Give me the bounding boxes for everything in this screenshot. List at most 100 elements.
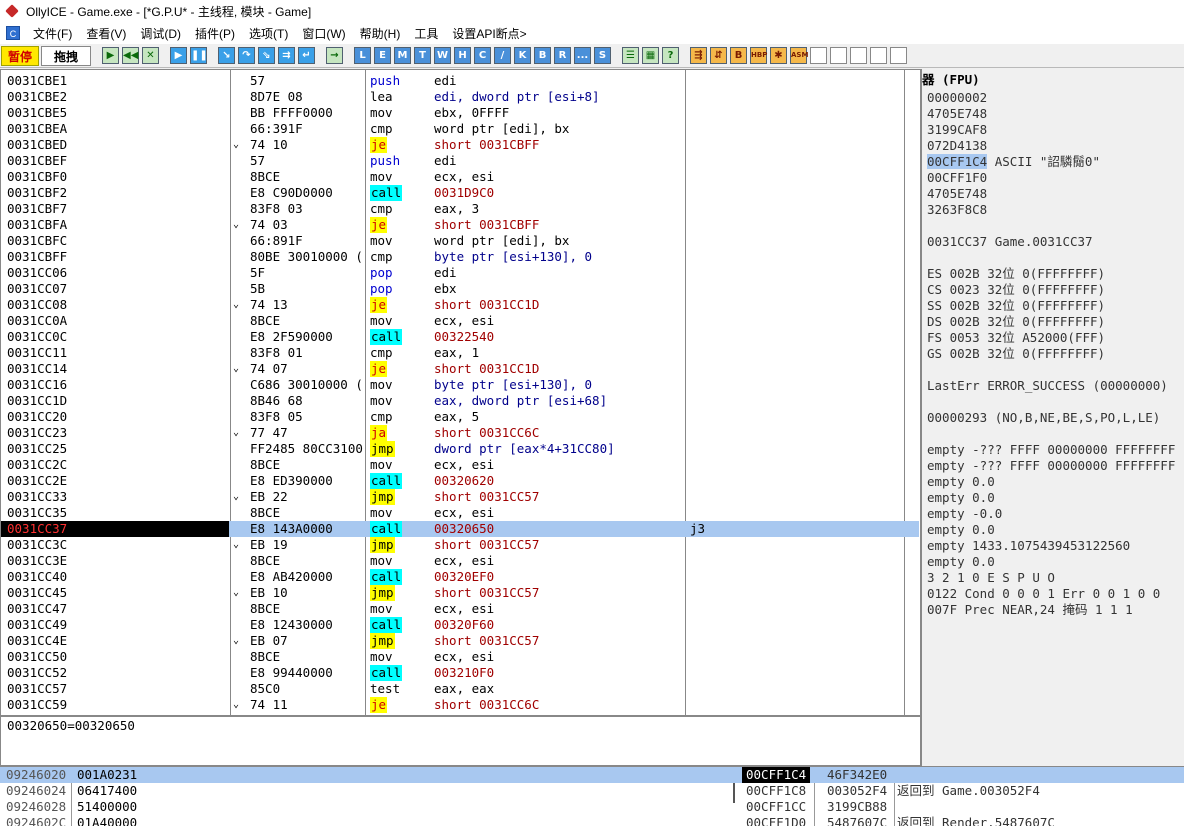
- dump-row[interactable]: 09246024 06417400: [0, 783, 740, 799]
- dump-row[interactable]: 09246020 001A0231: [0, 767, 740, 783]
- instruction-row[interactable]: 0031CBFC 66:891F mov word ptr [edi], bx: [1, 233, 919, 249]
- stack-row[interactable]: 00CFF1CC 3199CB88: [740, 799, 1184, 815]
- patches-window-button[interactable]: /: [494, 47, 511, 64]
- instruction-row[interactable]: 0031CC45 ⌄ EB 10 jmp short 0031CC57: [1, 585, 919, 601]
- instruction-row[interactable]: 0031CC40 E8 AB420000 call 00320EF0: [1, 569, 919, 585]
- pause-icon[interactable]: ❚❚: [190, 47, 208, 64]
- instruction-row[interactable]: 0031CC35 8BCE mov ecx, esi: [1, 505, 919, 521]
- instruction-row[interactable]: 0031CC57 85C0 test eax, eax: [1, 681, 919, 697]
- instruction-row[interactable]: 0031CC07 5B pop ebx: [1, 281, 919, 297]
- menu-api-breakpoint[interactable]: 设置API断点>: [445, 25, 533, 42]
- instruction-row[interactable]: 0031CBF2 E8 C90D0000 call 0031D9C0: [1, 185, 919, 201]
- instruction-row[interactable]: 0031CC20 83F8 05 cmp eax, 5: [1, 409, 919, 425]
- menu-view[interactable]: 查看(V): [79, 25, 133, 42]
- dump-row[interactable]: 0924602C 01A40000: [0, 815, 740, 826]
- current-instruction-row[interactable]: 0031CC37 E8 143A0000 call 00320650 j3: [1, 521, 919, 537]
- step-over-icon[interactable]: ↷: [238, 47, 255, 64]
- register-line[interactable]: ES 002B 32位 0(FFFFFFFF): [927, 266, 1105, 282]
- rewind-icon[interactable]: ◀◀: [122, 47, 139, 64]
- breakpoints-window-button[interactable]: B: [534, 47, 551, 64]
- register-line[interactable]: 3 2 1 0 E S P U O: [927, 570, 1055, 586]
- instruction-row[interactable]: 0031CBE2 8D7E 08 lea edi, dword ptr [esi+8]: [1, 89, 919, 105]
- register-line[interactable]: empty 0.0: [927, 490, 995, 506]
- instruction-row[interactable]: 0031CC14 ⌄ 74 07 je short 0031CC1D: [1, 361, 919, 377]
- drag-label[interactable]: 拖拽: [41, 45, 91, 66]
- register-line[interactable]: SS 002B 32位 0(FFFFFFFF): [927, 298, 1105, 314]
- register-line[interactable]: empty 0.0: [927, 474, 995, 490]
- register-line[interactable]: 00000002: [927, 90, 987, 106]
- custom-button-2[interactable]: [830, 47, 847, 64]
- instruction-row[interactable]: 0031CC25 FF2485 80CC3100 jmp dword ptr [eax…: [1, 441, 919, 457]
- threads-window-button[interactable]: T: [414, 47, 431, 64]
- hook2-icon[interactable]: ⇵: [710, 47, 727, 64]
- custom-button-4[interactable]: [870, 47, 887, 64]
- register-line[interactable]: 00CFF1F0: [927, 170, 987, 186]
- instruction-row[interactable]: 0031CC2E E8 ED390000 call 00320620: [1, 473, 919, 489]
- registers-pane[interactable]: 器 (FPU) 00000002 4705E748 3199CAF8 072D4138…: [921, 69, 1184, 766]
- custom-button-1[interactable]: [810, 47, 827, 64]
- register-line[interactable]: empty 0.0: [927, 522, 995, 538]
- stack-top-row[interactable]: 00CFF1C4 46F342E0: [740, 767, 1184, 783]
- instruction-row[interactable]: 0031CC0C E8 2F590000 call 00322540: [1, 329, 919, 345]
- system-menu-icon[interactable]: C: [6, 26, 20, 40]
- grid-icon[interactable]: ▦: [642, 47, 659, 64]
- instruction-row[interactable]: 0031CC52 E8 99440000 call 003210F0: [1, 665, 919, 681]
- memory-dump-pane[interactable]: 09246020 001A0231 09246024 06417400 09246028…: [0, 766, 740, 826]
- menu-file[interactable]: 文件(F): [26, 25, 79, 42]
- register-line[interactable]: 072D4138: [927, 138, 987, 154]
- instruction-row[interactable]: 0031CC11 83F8 01 cmp eax, 1: [1, 345, 919, 361]
- menu-tools[interactable]: 工具: [407, 25, 445, 42]
- register-line[interactable]: 4705E748: [927, 186, 987, 202]
- register-line[interactable]: 3199CAF8: [927, 122, 987, 138]
- trace-into-icon[interactable]: ⇘: [258, 47, 275, 64]
- step-into-icon[interactable]: ↘: [218, 47, 235, 64]
- instruction-row[interactable]: 0031CC1D 8B46 68 mov eax, dword ptr [esi+68…: [1, 393, 919, 409]
- register-line[interactable]: empty 1433.1075439453122560: [927, 538, 1130, 554]
- stack-pane[interactable]: 00CFF1C4 46F342E0 00CFF1C8 003052F4 返回到 Game…: [740, 766, 1184, 826]
- custom-button-3[interactable]: [850, 47, 867, 64]
- register-line[interactable]: empty -0.0: [927, 506, 1002, 522]
- register-line[interactable]: empty -??? FFFF 00000000 FFFFFFFF: [927, 458, 1175, 474]
- open-icon[interactable]: ▶: [102, 47, 119, 64]
- register-line[interactable]: 00CFF1C4 ASCII "詔驎鬜0": [927, 154, 1100, 170]
- handles-window-button[interactable]: H: [454, 47, 471, 64]
- register-line[interactable]: empty -??? FFFF 00000000 FFFFFFFF: [927, 442, 1175, 458]
- register-line[interactable]: GS 002B 32位 0(FFFFFFFF): [927, 346, 1105, 362]
- cpu-window-button[interactable]: C: [474, 47, 491, 64]
- instruction-row[interactable]: 0031CC3E 8BCE mov ecx, esi: [1, 553, 919, 569]
- menu-debug[interactable]: 调试(D): [133, 25, 188, 42]
- trace-over-icon[interactable]: ⇉: [278, 47, 295, 64]
- register-line[interactable]: 00000293 (NO,B,NE,BE,S,PO,L,LE): [927, 410, 1160, 426]
- stack-row[interactable]: 00CFF1C8 003052F4 返回到 Game.003052F4: [740, 783, 1184, 799]
- help-icon[interactable]: ?: [662, 47, 679, 64]
- close-icon[interactable]: ✕: [142, 47, 159, 64]
- instruction-row[interactable]: 0031CBEA 66:391F cmp word ptr [edi], bx: [1, 121, 919, 137]
- source-window-button[interactable]: S: [594, 47, 611, 64]
- register-line[interactable]: empty 0.0: [927, 554, 995, 570]
- instruction-row[interactable]: 0031CC33 ⌄ EB 22 jmp short 0031CC57: [1, 489, 919, 505]
- instruction-row[interactable]: 0031CC49 E8 12430000 call 00320F60: [1, 617, 919, 633]
- instruction-row[interactable]: 0031CC47 8BCE mov ecx, esi: [1, 601, 919, 617]
- instruction-row[interactable]: 0031CC0A 8BCE mov ecx, esi: [1, 313, 919, 329]
- instruction-row[interactable]: 0031CBE1 57 push edi: [1, 73, 919, 89]
- modules-window-button[interactable]: E: [374, 47, 391, 64]
- instruction-row[interactable]: 0031CBF7 83F8 03 cmp eax, 3: [1, 201, 919, 217]
- breakpoint-icon[interactable]: B: [730, 47, 747, 64]
- instruction-row[interactable]: 0031CBF0 8BCE mov ecx, esi: [1, 169, 919, 185]
- instruction-row[interactable]: 0031CBEF 57 push edi: [1, 153, 919, 169]
- stack-row[interactable]: 00CFF1D0 5487607C 返回到 Render.5487607C: [740, 815, 1184, 826]
- run-icon[interactable]: ▶: [170, 47, 187, 64]
- windows-window-button[interactable]: W: [434, 47, 451, 64]
- instruction-row[interactable]: 0031CC06 5F pop edi: [1, 265, 919, 281]
- instruction-row[interactable]: 0031CBFF 80BE 30010000 (cmp byte ptr [esi+…: [1, 249, 919, 265]
- hook-icon[interactable]: ⇶: [690, 47, 707, 64]
- register-line[interactable]: 0122 Cond 0 0 0 1 Err 0 0 1 0 0: [927, 586, 1160, 602]
- callstack-window-button[interactable]: K: [514, 47, 531, 64]
- run-trace-window-button[interactable]: ...: [574, 47, 591, 64]
- disassembly-pane[interactable]: 0031CBE1 57 push edi 0031CBE2 8D7E 08 lea edi, …: [0, 69, 921, 716]
- list-icon[interactable]: ☰: [622, 47, 639, 64]
- assemble-button[interactable]: ASM: [790, 47, 808, 64]
- execute-till-return-icon[interactable]: ↵: [298, 47, 315, 64]
- instruction-row[interactable]: 0031CC08 ⌄ 74 13 je short 0031CC1D: [1, 297, 919, 313]
- menu-plugins[interactable]: 插件(P): [188, 25, 242, 42]
